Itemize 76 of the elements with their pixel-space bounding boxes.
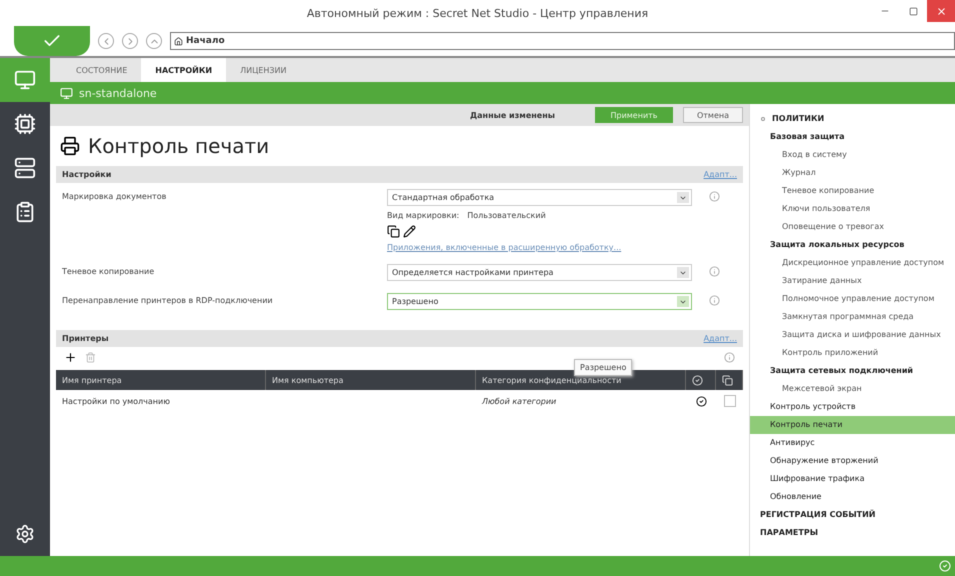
close-button[interactable] <box>927 0 955 22</box>
setting-label: Маркировка документов <box>62 191 168 201</box>
tree-item[interactable]: Оповещение о тревогах <box>750 218 955 236</box>
tooltip: Разрешено <box>574 359 632 376</box>
clipboard-icon <box>14 201 36 223</box>
tree-item[interactable]: Вход в систему <box>750 146 955 164</box>
tree-item[interactable]: Защита сетевых подключений <box>750 362 955 380</box>
marking-value: Пользовательский <box>467 211 546 220</box>
dropdown[interactable]: Разрешено <box>387 293 692 310</box>
tree-item[interactable]: Теневое копирование <box>750 182 955 200</box>
table-cell-text: Любой категории <box>480 396 558 406</box>
tree-item[interactable]: Контроль печати <box>750 416 955 434</box>
chip-icon <box>14 113 36 135</box>
tree-item[interactable]: ПОЛИТИКИ <box>750 110 955 128</box>
info-icon[interactable] <box>724 352 735 363</box>
address-field[interactable]: Начало <box>170 32 955 50</box>
marking-label: Вид маркировки: <box>387 211 460 220</box>
maximize-icon <box>908 6 918 16</box>
up-button[interactable] <box>146 33 162 49</box>
monitor-icon <box>14 69 36 91</box>
tab[interactable]: ЛИЦЕНЗИИ <box>226 58 300 82</box>
tree-item[interactable]: Защита локальных ресурсов <box>750 236 955 254</box>
info-icon[interactable] <box>709 295 720 306</box>
tree-item[interactable]: Шифрование трафика <box>750 470 955 488</box>
tree-item[interactable]: Обновление <box>750 488 955 506</box>
dropdown[interactable]: Определяется настройками принтера <box>387 264 692 281</box>
tab[interactable]: НАСТРОЙКИ <box>141 58 226 82</box>
close-icon <box>936 6 946 16</box>
check-button[interactable] <box>14 26 90 56</box>
setting-label: Теневое копирование <box>62 266 156 276</box>
info-icon[interactable] <box>709 266 720 277</box>
tree-item[interactable]: Обнаружение вторжений <box>750 452 955 470</box>
table-cell-text: Настройки по умолчанию <box>61 396 171 406</box>
window-title: Автономный режим : Secret Net Studio - Центр управления <box>306 6 648 20</box>
column-header[interactable]: Имя принтера <box>56 370 266 390</box>
tree-item[interactable]: Контроль приложений <box>750 344 955 362</box>
forward-button[interactable] <box>122 33 138 49</box>
tree-item[interactable]: Полномочное управление доступом <box>750 290 955 308</box>
tree-item[interactable]: Межсетевой экран <box>750 380 955 398</box>
tree-item[interactable]: Замкнутая программная среда <box>750 308 955 326</box>
tree-item[interactable]: Затирание данных <box>750 272 955 290</box>
back-button[interactable] <box>98 33 114 49</box>
edit-icon[interactable] <box>403 225 416 238</box>
tree-item[interactable]: ПАРАМЕТРЫ <box>750 524 955 542</box>
tree-item[interactable]: Ключи пользователя <box>750 200 955 218</box>
copy-column-icon[interactable] <box>722 374 733 386</box>
checkbox[interactable] <box>724 395 736 407</box>
info-icon[interactable] <box>709 191 720 202</box>
tab[interactable]: СОСТОЯНИЕ <box>62 58 142 82</box>
monitor-icon <box>60 86 73 100</box>
delete-icon[interactable] <box>85 352 96 363</box>
tree-item[interactable]: Базовая защита <box>750 128 955 146</box>
settings-icon <box>15 524 35 544</box>
host-name: sn-standalone <box>79 86 157 100</box>
tree-item[interactable]: РЕГИСТРАЦИЯ СОБЫТИЙ <box>750 506 955 524</box>
status-column-icon[interactable] <box>692 374 703 386</box>
tree-item[interactable]: Дискреционное управление доступом <box>750 254 955 272</box>
home-icon <box>174 36 183 46</box>
status-icon <box>939 560 951 572</box>
section-title: Принтеры <box>62 334 109 343</box>
column-header[interactable]: Имя компьютера <box>266 370 476 390</box>
column-header[interactable]: Категория конфиденциальности <box>476 370 686 390</box>
add-icon[interactable] <box>64 351 77 364</box>
tree-item[interactable]: Контроль устройств <box>750 398 955 416</box>
setting-label: Перенаправление принтеров в RDP-подключении <box>62 295 274 305</box>
page-title: Контроль печати <box>88 134 270 158</box>
tree-item[interactable]: Антивирус <box>750 434 955 452</box>
server-icon <box>14 157 36 179</box>
section-title: Настройки <box>62 170 112 179</box>
dropdown[interactable]: Стандартная обработка <box>387 189 692 206</box>
cancel-button[interactable]: Отмена <box>683 107 743 123</box>
status-icon <box>696 396 706 406</box>
tree-item[interactable]: Защита диска и шифрование данных <box>750 326 955 344</box>
tree-item[interactable]: Журнал <box>750 164 955 182</box>
printer-icon <box>60 136 80 156</box>
status-text: Данные изменены <box>470 110 555 120</box>
